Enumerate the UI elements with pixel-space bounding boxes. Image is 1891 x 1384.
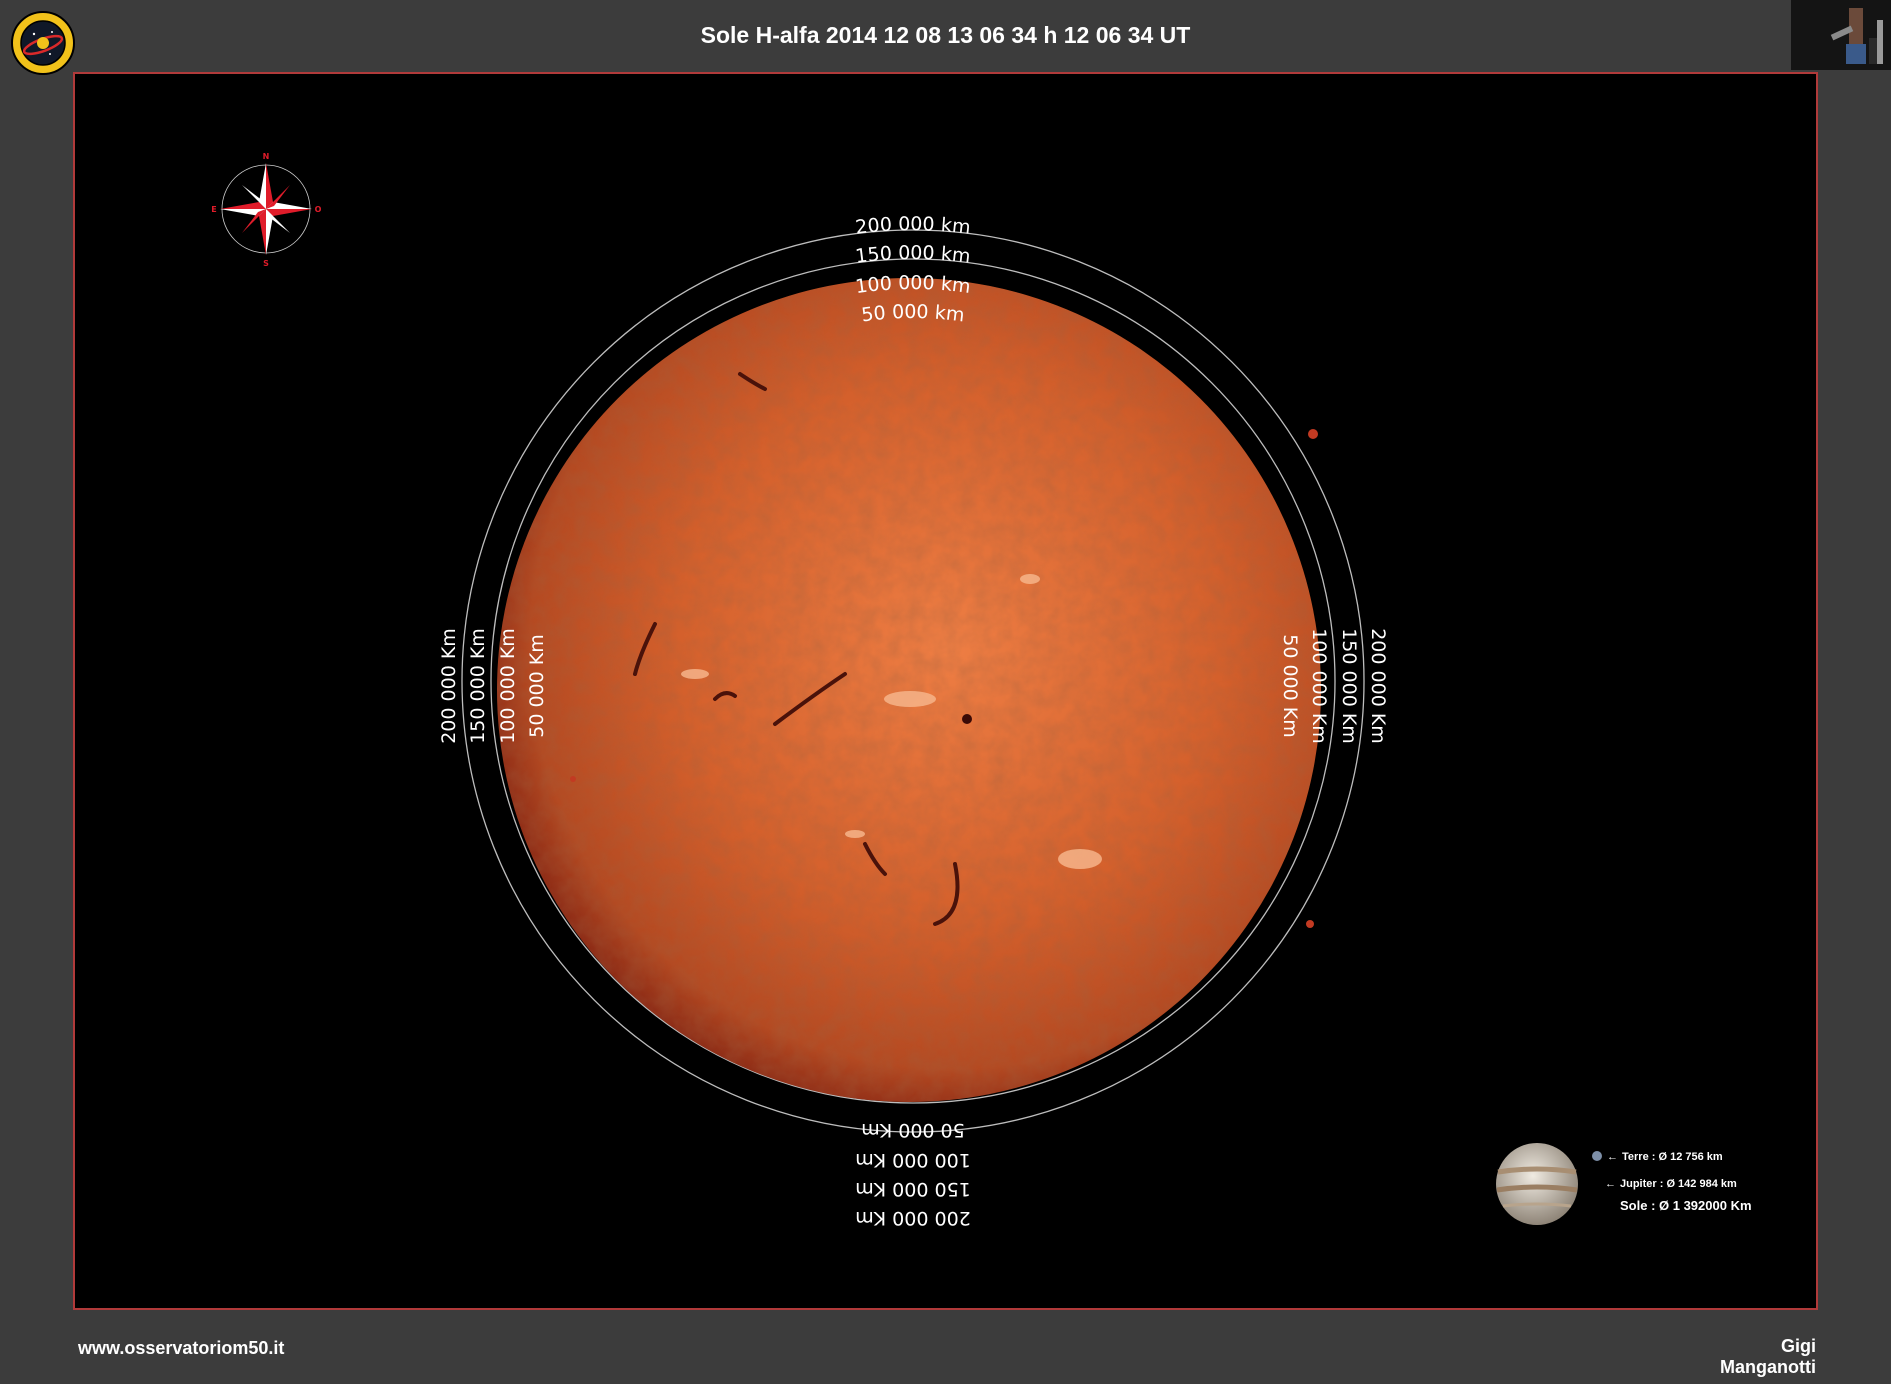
ring-label-top-150000: 150 000 km: [854, 242, 972, 268]
compass-rose: N S E O: [211, 152, 321, 268]
ring-label-right-100000: 100 000 Km: [1308, 628, 1330, 744]
legend-jupiter: Jupiter : Ø 142 984 km: [1620, 1178, 1737, 1190]
svg-text:200 000 km: 200 000 km: [854, 213, 972, 239]
scale-legend: ← Terre : Ø 12 756 km ← Jupiter : Ø 142 …: [1496, 1143, 1752, 1225]
compass-east: E: [211, 205, 216, 214]
legend-earth: Terre : Ø 12 756 km: [1622, 1151, 1723, 1163]
observatory-logo: [10, 10, 76, 76]
compass-north: N: [263, 152, 270, 161]
svg-text:150 000 km: 150 000 km: [854, 242, 972, 268]
ring-label-bottom-150000: 150 000 Km: [855, 1178, 971, 1200]
ring-label-bottom-200000: 200 000 Km: [855, 1207, 971, 1229]
sunspot: [962, 714, 972, 724]
ring-labels-bottom: 50 000 Km 100 000 Km 150 000 Km 200 000 …: [855, 1119, 971, 1229]
author-credit: Gigi Manganotti: [1720, 1336, 1816, 1377]
legend-sun: Sole : Ø 1 392000 Km: [1620, 1198, 1752, 1213]
earth-arrow-icon: ←: [1607, 1151, 1618, 1163]
ring-label-bottom-50000: 50 000 Km: [861, 1119, 965, 1141]
ring-label-left-150000: 150 000 Km: [467, 628, 489, 744]
ring-label-top-50000: 50 000 km: [860, 301, 966, 327]
compass-west: O: [315, 205, 322, 214]
ring-label-right-200000: 200 000 Km: [1367, 628, 1389, 744]
earth-image: [1592, 1151, 1602, 1161]
sun-disk: [497, 278, 1321, 1102]
ring-labels-top: 200 000 km 150 000 km 100 000 km 50 000 …: [854, 213, 972, 326]
svg-text:50 000 km: 50 000 km: [860, 301, 966, 327]
ring-label-left-50000: 50 000 Km: [526, 634, 548, 738]
solar-image: 200 000 km 150 000 km 100 000 km 50 000 …: [211, 152, 1752, 1229]
ring-label-right-50000: 50 000 Km: [1279, 634, 1301, 738]
ring-label-left-100000: 100 000 Km: [497, 628, 519, 744]
page-title: Sole H-alfa 2014 12 08 13 06 34 h 12 06 …: [700, 22, 1191, 48]
ring-label-left-200000: 200 000 Km: [438, 628, 460, 744]
website-link[interactable]: www.osservatoriom50.it: [78, 1338, 284, 1359]
ring-label-bottom-100000: 100 000 Km: [855, 1149, 971, 1171]
compass-south: S: [263, 259, 269, 268]
jupiter-arrow-icon: ←: [1605, 1178, 1616, 1190]
observer-photo-thumbnail: [1791, 0, 1891, 70]
ring-label-top-200000: 200 000 km: [854, 213, 972, 239]
compass-star-icon: [220, 163, 312, 255]
sun-granulation: [497, 278, 1321, 1102]
ring-label-right-150000: 150 000 Km: [1338, 628, 1360, 744]
jupiter-image: [1496, 1143, 1578, 1225]
solar-image-frame: 200 000 km 150 000 km 100 000 km 50 000 …: [73, 72, 1818, 1310]
